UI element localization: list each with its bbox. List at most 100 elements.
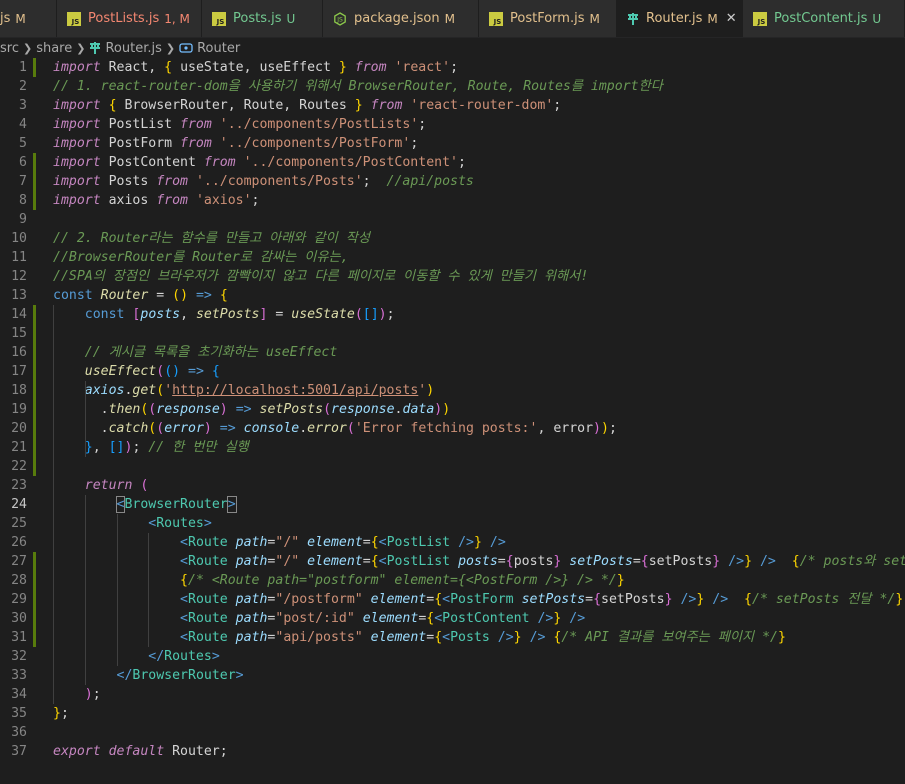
code-token: { <box>505 554 514 569</box>
code-line[interactable]: 36 <box>0 723 905 742</box>
code-token: ; <box>251 193 260 208</box>
code-line[interactable]: 5 import PostForm from '../components/Pos… <box>0 134 905 153</box>
tab-js[interactable]: js M <box>0 0 57 37</box>
code-token: [] <box>108 440 125 455</box>
code-line[interactable]: 19 .then((response) => setPosts(response… <box>0 400 905 419</box>
code-token: } <box>84 440 93 455</box>
close-icon[interactable]: ✕ <box>726 11 737 26</box>
tab-postlists-js[interactable]: JS PostLists.js 1, M <box>57 0 202 37</box>
tab-label: package.json <box>354 11 440 26</box>
tab-package-json[interactable]: JS package.json M <box>323 0 479 37</box>
code-line[interactable]: 1 import React, { useState, useEffect } f… <box>0 58 905 77</box>
code-line[interactable]: 33 </BrowserRouter> <box>0 666 905 685</box>
code-line[interactable]: 21 }, []); // 한 번만 실행 <box>0 438 905 457</box>
breadcrumb-share[interactable]: share <box>36 41 72 56</box>
line-number: 12 <box>11 269 27 284</box>
code-token: > <box>235 668 244 683</box>
git-modified-gutter-indicator <box>33 457 36 476</box>
code-line[interactable]: 10 // 2. Router라는 함수를 만들고 아래와 같이 작성 <box>0 229 905 248</box>
code-token: ; <box>457 155 466 170</box>
breadcrumb-src[interactable]: src <box>0 41 19 56</box>
git-status-badge: M <box>15 11 26 26</box>
code-token: path <box>235 592 268 607</box>
code-line[interactable]: 4 import PostList from '../components/Pos… <box>0 115 905 134</box>
code-token: ( <box>156 383 165 398</box>
code-token: = <box>632 554 641 569</box>
code-editor[interactable]: 1 import React, { useState, useEffect } f… <box>0 58 905 784</box>
breadcrumb-symbol[interactable]: Router <box>197 41 240 56</box>
code-line[interactable]: 22 <box>0 457 905 476</box>
code-token: path <box>235 611 268 626</box>
code-line[interactable]: 24 <BrowserRouter> <box>0 495 905 514</box>
code-line[interactable]: 34 ); <box>0 685 905 704</box>
code-line[interactable]: 28 {/* <Route path="postform" element={<… <box>0 571 905 590</box>
code-token: setPosts <box>601 592 665 607</box>
code-line[interactable]: 31 <Route path="api/posts" element={<Pos… <box>0 628 905 647</box>
code-token: then <box>108 402 141 417</box>
code-line[interactable]: 6 import PostContent from '../components/… <box>0 153 905 172</box>
tab-postcontent-js[interactable]: JS PostContent.js U <box>743 0 905 37</box>
code-token: BrowserRouter <box>124 497 228 512</box>
code-line[interactable]: 14 const [posts, setPosts] = useState([]… <box>0 305 905 324</box>
code-line[interactable]: 11 //BrowserRouter를 Router로 감싸는 이유는, <box>0 248 905 267</box>
code-line[interactable]: 16 // 게시글 목록을 초기화하는 useEffect <box>0 343 905 362</box>
code-token: "api/posts" <box>275 630 363 645</box>
code-token: { <box>370 535 379 550</box>
tab-label: Posts.js <box>233 11 282 26</box>
line-number: 3 <box>19 98 27 113</box>
code-line[interactable]: 2 // 1. react-router-dom을 사용하기 위해서 Browse… <box>0 77 905 96</box>
code-line[interactable]: 13 const Router = () => { <box>0 286 905 305</box>
code-token: { <box>164 60 173 75</box>
git-status-badge: M <box>589 11 600 26</box>
code-token: const <box>53 288 93 303</box>
code-text: import Posts from '../components/Posts';… <box>53 172 474 191</box>
code-line[interactable]: 15 <box>0 324 905 343</box>
code-token: /* API 결과를 보여주는 페이지 */ <box>561 630 778 645</box>
breadcrumb-file[interactable]: Router.js <box>105 41 161 56</box>
svg-text:JS: JS <box>71 18 80 26</box>
code-line[interactable]: 26 <Route path="/" element={<PostList />… <box>0 533 905 552</box>
code-token: path <box>235 554 268 569</box>
code-token: setPosts <box>521 592 586 607</box>
code-token: ) <box>593 421 601 436</box>
code-line[interactable]: 32 </Routes> <box>0 647 905 666</box>
code-line[interactable]: 30 <Route path="post/:id" element={<Post… <box>0 609 905 628</box>
code-token: Route <box>188 592 228 607</box>
code-token: /> <box>728 554 745 569</box>
tab-postform-js[interactable]: JS PostForm.js M <box>479 0 617 37</box>
code-token: ; <box>553 98 562 113</box>
code-text: <Routes> <box>53 514 212 533</box>
code-line[interactable]: 29 <Route path="/postform" element={<Pos… <box>0 590 905 609</box>
code-line[interactable]: 7 import Posts from '../components/Posts'… <box>0 172 905 191</box>
code-token: { <box>219 288 228 303</box>
code-line[interactable]: 23 return ( <box>0 476 905 495</box>
code-text: import PostForm from '../components/Post… <box>53 134 418 153</box>
tab-router-js[interactable]: Router.js M ✕ <box>617 0 743 37</box>
code-line[interactable]: 8 import axios from 'axios'; <box>0 191 905 210</box>
line-number: 24 <box>11 497 27 512</box>
code-line[interactable]: 27 <Route path="/" element={<PostList po… <box>0 552 905 571</box>
code-line[interactable]: 20 .catch((error) => console.error('Erro… <box>0 419 905 438</box>
git-status-badge: U <box>286 11 296 26</box>
code-line[interactable]: 3 import { BrowserRouter, Route, Routes }… <box>0 96 905 115</box>
code-line[interactable]: 17 useEffect(() => { <box>0 362 905 381</box>
code-line[interactable]: 18 axios.get('http://localhost:5001/api/… <box>0 381 905 400</box>
code-line[interactable]: 35}; <box>0 704 905 723</box>
code-token: "/" <box>275 535 300 550</box>
tab-posts-js[interactable]: JS Posts.js U <box>202 0 323 37</box>
code-line[interactable]: 25 <Routes> <box>0 514 905 533</box>
code-line[interactable]: 9 <box>0 210 905 229</box>
code-line[interactable]: 12 //SPA의 장점인 브라우저가 깜빡이지 않고 다른 페이지로 이동할 수… <box>0 267 905 286</box>
line-number: 15 <box>11 326 27 341</box>
code-line[interactable]: 37 export default Router; <box>0 742 905 761</box>
